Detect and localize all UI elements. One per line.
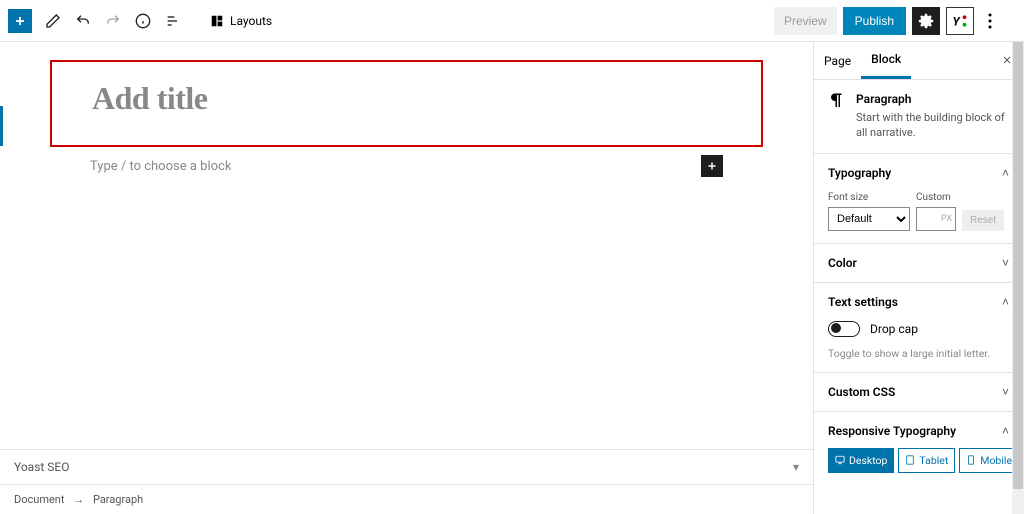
settings-button[interactable] bbox=[912, 7, 940, 35]
desktop-icon bbox=[835, 455, 845, 465]
responsive-typography-toggle[interactable]: Responsive Typography ˄ bbox=[828, 424, 1009, 438]
device-mobile-button[interactable]: Mobile bbox=[959, 448, 1019, 473]
color-section: Color ˅ bbox=[814, 244, 1023, 283]
scrollbar-thumb[interactable] bbox=[1013, 42, 1023, 489]
title-input[interactable]: Add title bbox=[92, 80, 721, 117]
tablet-icon bbox=[905, 455, 915, 465]
custom-size-input[interactable]: PX bbox=[916, 207, 956, 231]
pencil-icon bbox=[45, 13, 61, 29]
block-info-title: Paragraph bbox=[856, 92, 1009, 106]
plus-icon bbox=[706, 160, 718, 172]
chevron-up-icon: ˄ bbox=[1002, 166, 1009, 180]
editor-column: Add title Type / to choose a block Yoast… bbox=[0, 42, 814, 514]
drop-cap-toggle[interactable] bbox=[828, 321, 860, 337]
chevron-up-icon: ˄ bbox=[1002, 295, 1009, 309]
chevron-down-icon: ˅ bbox=[1002, 256, 1009, 270]
edit-tool-button[interactable] bbox=[44, 12, 62, 30]
block-row: Type / to choose a block bbox=[50, 153, 763, 177]
font-size-select[interactable]: Default bbox=[828, 207, 910, 231]
svg-text:Y: Y bbox=[953, 14, 962, 28]
undo-button[interactable] bbox=[74, 12, 92, 30]
yoast-button[interactable]: Y bbox=[946, 7, 974, 35]
responsive-title: Responsive Typography bbox=[828, 424, 956, 438]
custom-label: Custom bbox=[916, 192, 956, 203]
layouts-label: Layouts bbox=[230, 14, 272, 28]
outline-button[interactable] bbox=[164, 12, 182, 30]
text-settings-title: Text settings bbox=[828, 295, 898, 309]
undo-icon bbox=[75, 13, 91, 29]
yoast-icon: Y bbox=[951, 12, 969, 30]
drop-cap-label: Drop cap bbox=[870, 322, 918, 336]
gear-icon bbox=[918, 13, 934, 29]
device-desktop-button[interactable]: Desktop bbox=[828, 448, 894, 473]
paragraph-icon bbox=[828, 92, 846, 141]
text-settings-section: Text settings ˄ Drop cap Toggle to show … bbox=[814, 283, 1023, 373]
settings-sidebar: Page Block Paragraph Start with the buil… bbox=[814, 42, 1024, 514]
layouts-button[interactable]: Layouts bbox=[210, 14, 272, 28]
custom-css-toggle[interactable]: Custom CSS ˅ bbox=[828, 385, 1009, 399]
custom-css-title: Custom CSS bbox=[828, 385, 895, 399]
color-title: Color bbox=[828, 256, 857, 270]
mobile-icon bbox=[966, 455, 976, 465]
publish-button[interactable]: Publish bbox=[843, 7, 906, 35]
reset-button[interactable]: Reset bbox=[962, 210, 1004, 231]
tab-page[interactable]: Page bbox=[814, 44, 861, 78]
left-edge-indicator bbox=[0, 106, 3, 146]
block-placeholder[interactable]: Type / to choose a block bbox=[90, 159, 701, 174]
breadcrumb-arrow: → bbox=[73, 493, 84, 506]
more-options-button[interactable] bbox=[980, 7, 1000, 35]
info-button[interactable] bbox=[134, 12, 152, 30]
preview-button[interactable]: Preview bbox=[774, 7, 837, 35]
yoast-seo-panel[interactable]: Yoast SEO ▾ bbox=[0, 449, 813, 484]
block-info-desc: Start with the building block of all nar… bbox=[856, 110, 1009, 141]
custom-css-section: Custom CSS ˅ bbox=[814, 373, 1023, 412]
drop-cap-help: Toggle to show a large initial letter. bbox=[828, 347, 1009, 360]
list-icon bbox=[165, 13, 181, 29]
kebab-icon bbox=[988, 13, 992, 29]
yoast-panel-label: Yoast SEO bbox=[14, 460, 70, 474]
typography-section: Typography ˄ Font size Default Custom PX bbox=[814, 154, 1023, 244]
font-size-label: Font size bbox=[828, 192, 910, 203]
block-info-section: Paragraph Start with the building block … bbox=[814, 80, 1023, 154]
toolbar-right: Preview Publish Y bbox=[774, 7, 1016, 35]
redo-button[interactable] bbox=[104, 12, 122, 30]
chevron-up-icon: ˄ bbox=[1002, 424, 1009, 438]
chevron-down-icon: ˅ bbox=[1002, 385, 1009, 399]
editor-canvas: Add title Type / to choose a block bbox=[0, 42, 813, 449]
breadcrumb-document[interactable]: Document bbox=[14, 493, 64, 506]
chevron-down-icon: ▾ bbox=[793, 460, 799, 474]
toolbar-left: Layouts bbox=[8, 9, 272, 33]
responsive-typography-section: Responsive Typography ˄ Desktop Tablet M… bbox=[814, 412, 1023, 485]
breadcrumb: Document → Paragraph bbox=[0, 484, 813, 514]
breadcrumb-current[interactable]: Paragraph bbox=[93, 493, 143, 506]
scrollbar[interactable] bbox=[1012, 42, 1024, 514]
layouts-icon bbox=[210, 14, 224, 28]
device-tablet-button[interactable]: Tablet bbox=[898, 448, 955, 473]
tab-block[interactable]: Block bbox=[861, 42, 911, 79]
top-toolbar: Layouts Preview Publish Y bbox=[0, 0, 1024, 42]
info-icon bbox=[135, 13, 151, 29]
main-wrap: Add title Type / to choose a block Yoast… bbox=[0, 42, 1024, 514]
typography-toggle[interactable]: Typography ˄ bbox=[828, 166, 1009, 180]
typography-title: Typography bbox=[828, 166, 891, 180]
text-settings-toggle[interactable]: Text settings ˄ bbox=[828, 295, 1009, 309]
plus-icon bbox=[13, 14, 27, 28]
color-toggle[interactable]: Color ˅ bbox=[828, 256, 1009, 270]
redo-icon bbox=[105, 13, 121, 29]
sidebar-tabs: Page Block bbox=[814, 42, 1023, 80]
title-highlight-box: Add title bbox=[50, 60, 763, 147]
inline-add-block-button[interactable] bbox=[701, 155, 723, 177]
add-block-button[interactable] bbox=[8, 9, 32, 33]
